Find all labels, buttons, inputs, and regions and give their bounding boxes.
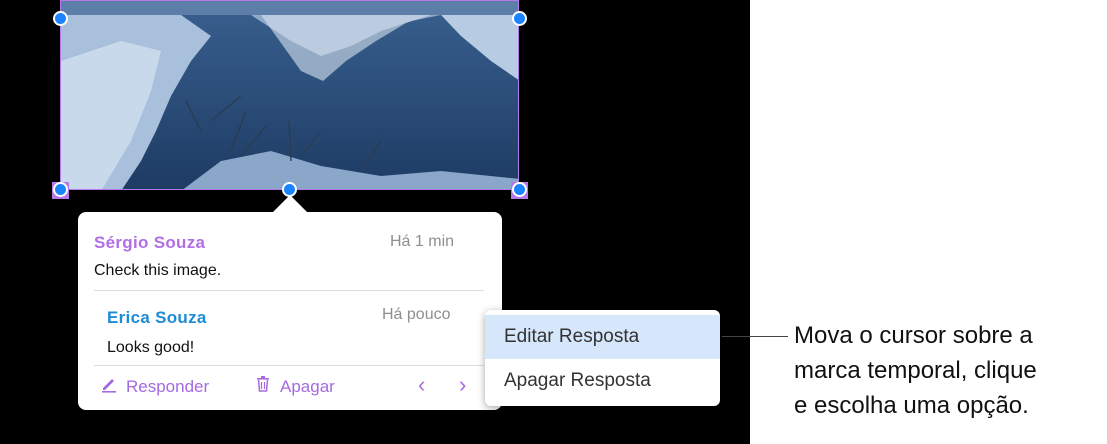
reply-text: Looks good! [107, 339, 195, 356]
reply-button[interactable]: Responder [100, 375, 209, 398]
comment-divider [94, 290, 484, 291]
popover-arrow [272, 195, 308, 213]
selected-image[interactable] [60, 0, 519, 190]
trash-icon [254, 375, 272, 398]
callout-text: Mova o cursor sobre a marca temporal, cl… [794, 318, 1094, 423]
reply-label: Responder [126, 376, 210, 396]
callout-line-1: Mova o cursor sobre a [794, 322, 1033, 349]
callout-line [722, 336, 788, 337]
resize-handle-bottom-right[interactable] [512, 182, 527, 197]
menu-item-delete-reply[interactable]: Apagar Resposta [485, 359, 720, 403]
callout-line-2: marca temporal, clique [794, 357, 1037, 384]
chevron-left-icon[interactable]: ‹ [418, 372, 425, 398]
reply-timestamp[interactable]: Há pouco [382, 306, 451, 324]
comment-author: Sérgio Souza [94, 233, 206, 252]
callout-line-3: e escolha uma opção. [794, 392, 1029, 419]
actions-divider [94, 365, 484, 366]
reply-author: Erica Souza [107, 308, 207, 327]
resize-handle-top-right[interactable] [512, 11, 527, 26]
chevron-right-icon[interactable]: › [459, 372, 466, 398]
comment-timestamp[interactable]: Há 1 min [390, 233, 454, 251]
resize-handle-top-left[interactable] [53, 11, 68, 26]
resize-handle-bottom-left[interactable] [53, 182, 68, 197]
delete-button[interactable]: Apagar [254, 375, 335, 398]
reply-context-menu: Editar Resposta Apagar Resposta [485, 310, 720, 406]
pencil-icon [100, 375, 118, 398]
comment-text: Check this image. [94, 262, 222, 279]
menu-item-edit-reply[interactable]: Editar Resposta [485, 315, 720, 359]
delete-label: Apagar [280, 376, 335, 396]
